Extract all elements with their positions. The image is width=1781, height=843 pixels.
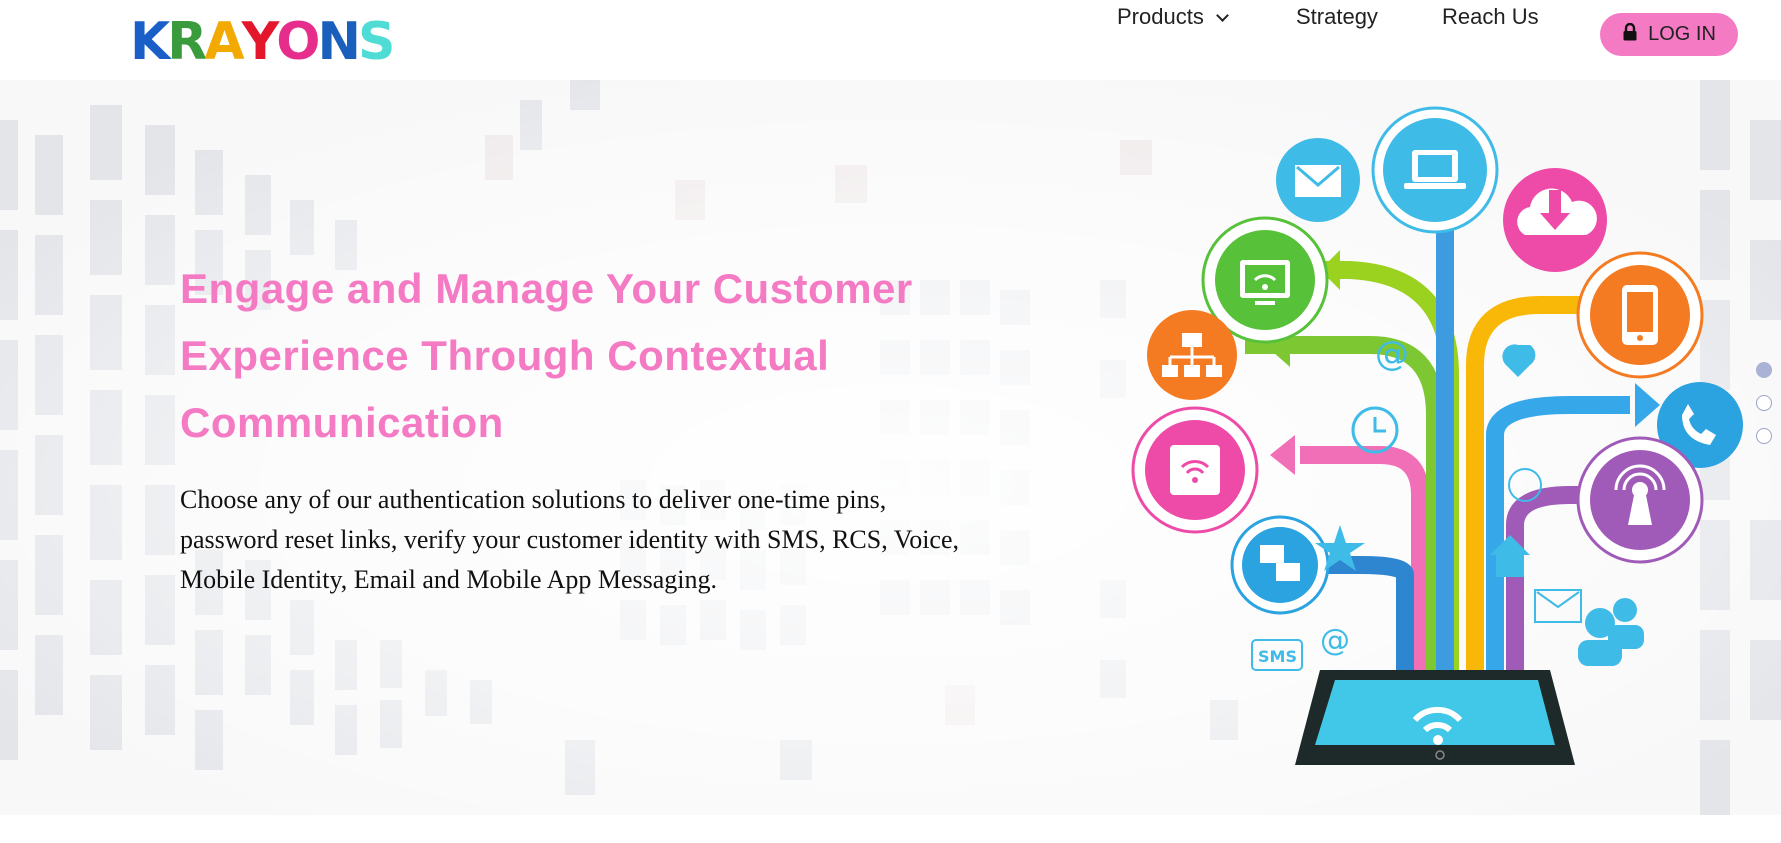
chevron-down-icon: [1215, 9, 1229, 22]
nav-strategy-label: Strategy: [1296, 4, 1378, 29]
hero-title-line: Experience Through Contextual: [180, 332, 830, 379]
logo-letter: R: [167, 12, 207, 72]
login-button[interactable]: LOG IN: [1600, 13, 1738, 56]
communication-tree-illustration: @ @ SMS: [1131, 106, 1743, 765]
slider-dot[interactable]: [1756, 395, 1772, 411]
logo-letter: K: [130, 12, 170, 72]
slider-dot[interactable]: [1756, 362, 1772, 378]
wifi-tablet-icon: [1131, 406, 1259, 534]
nav-products-label: Products: [1117, 4, 1204, 29]
hero-title: Engage and Manage Your Customer Experien…: [180, 255, 940, 456]
at-icon: @: [1375, 334, 1409, 374]
at-icon: @: [1320, 623, 1350, 658]
logo-letter: S: [358, 12, 395, 72]
logo-letter: N: [317, 12, 360, 72]
slider-dot[interactable]: [1756, 428, 1772, 444]
hero-title-line: Communication: [180, 399, 504, 446]
hero-description-line: Mobile Identity, Email and Mobile App Me…: [180, 565, 718, 594]
network-icon: [1147, 310, 1237, 400]
logo-letter: O: [276, 12, 320, 72]
krayons-logo[interactable]: KRAYONS: [130, 12, 395, 72]
logo-letter: Y: [241, 12, 280, 72]
cloud-download-icon: [1503, 168, 1607, 272]
broadcast-icon: [1576, 436, 1704, 564]
hero-title-line: Engage and Manage Your Customer: [180, 265, 913, 312]
laptop-icon: [1371, 106, 1499, 234]
hero-section: Engage and Manage Your Customer Experien…: [0, 80, 1781, 815]
nav-reach-us-label: Reach Us: [1442, 4, 1539, 29]
hero-description-line: Choose any of our authentication solutio…: [180, 485, 887, 514]
sms-label: SMS: [1258, 647, 1297, 666]
nav-products[interactable]: Products: [1117, 4, 1229, 30]
lock-icon: [1623, 22, 1637, 40]
login-label: LOG IN: [1648, 23, 1716, 45]
slider-dots: [1756, 362, 1776, 461]
devices-icon: [1230, 515, 1330, 615]
logo-letter: A: [204, 12, 244, 72]
hero-description: Choose any of our authentication solutio…: [180, 480, 1060, 600]
mobile-phone-icon: [1576, 251, 1704, 379]
hero-description-line: password reset links, verify your custom…: [180, 525, 959, 554]
nav-reach-us[interactable]: Reach Us: [1442, 4, 1539, 30]
nav-strategy[interactable]: Strategy: [1296, 4, 1378, 30]
tablet-icon: [1295, 670, 1575, 765]
mail-icon: [1276, 138, 1360, 222]
site-header: KRAYONS Products Strategy Reach Us LOG I…: [0, 0, 1781, 80]
